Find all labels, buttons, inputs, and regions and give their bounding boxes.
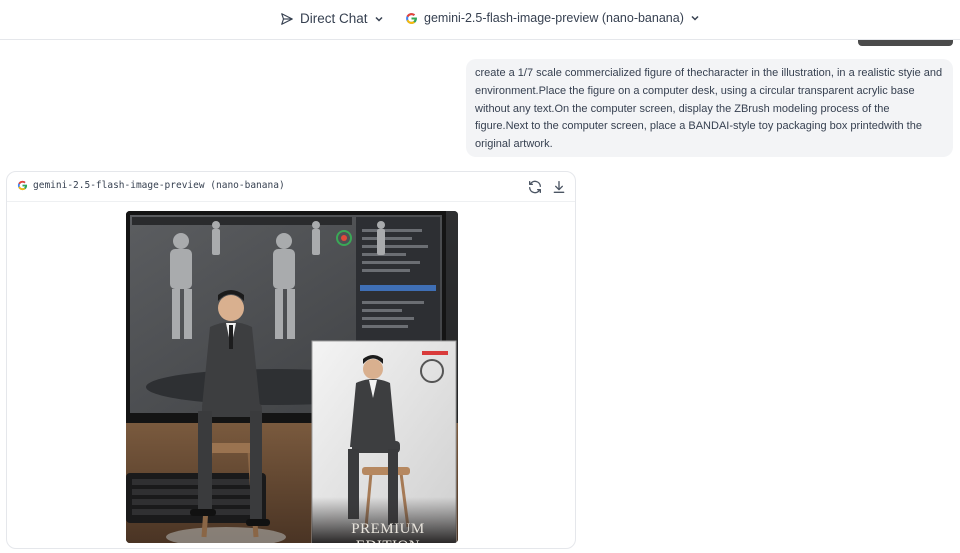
response-model-tag: gemini-2.5-flash-image-preview (nano-ban…: [17, 180, 285, 191]
send-icon: [280, 12, 294, 26]
chat-header: Direct Chat gemini-2.5-flash-image-previ…: [0, 0, 960, 40]
google-logo-icon: [17, 180, 28, 191]
mode-selector[interactable]: Direct Chat: [280, 11, 384, 26]
chevron-down-icon: [690, 13, 700, 23]
refresh-icon: [527, 179, 543, 195]
previous-image-thumbnail: [858, 40, 953, 46]
user-message-bubble: create a 1/7 scale commercialized figure…: [466, 59, 953, 157]
generated-image[interactable]: PREMIUM EDITION: [126, 211, 458, 543]
download-button[interactable]: [551, 179, 567, 195]
google-logo-icon: [405, 12, 418, 25]
mode-label: Direct Chat: [300, 11, 368, 26]
download-icon: [551, 179, 567, 195]
model-response-card: gemini-2.5-flash-image-preview (nano-ban…: [6, 171, 576, 549]
response-model-label: gemini-2.5-flash-image-preview (nano-ban…: [33, 180, 285, 191]
box-title-text: PREMIUM EDITION: [351, 521, 425, 543]
model-selector[interactable]: gemini-2.5-flash-image-preview (nano-ban…: [405, 11, 700, 25]
user-message-text: create a 1/7 scale commercialized figure…: [475, 67, 943, 151]
generated-image-art: [126, 211, 458, 543]
model-label: gemini-2.5-flash-image-preview (nano-ban…: [424, 11, 684, 25]
response-header: gemini-2.5-flash-image-preview (nano-ban…: [7, 172, 575, 202]
regenerate-button[interactable]: [527, 179, 543, 195]
chevron-down-icon: [374, 14, 384, 24]
